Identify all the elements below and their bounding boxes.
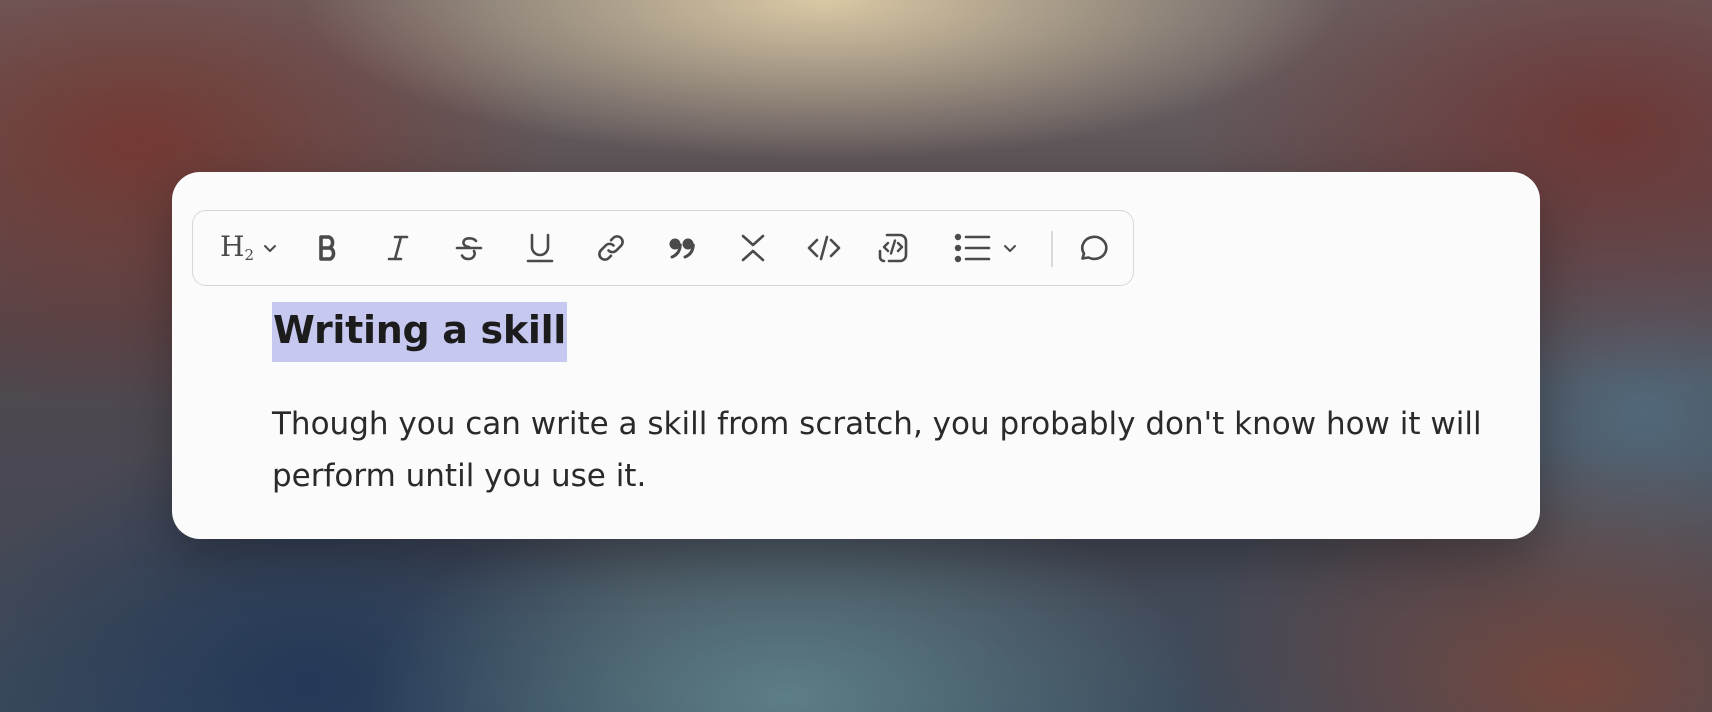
collapse-button[interactable] xyxy=(733,225,773,271)
formatting-toolbar: H2 xyxy=(192,210,1134,286)
bold-button[interactable] xyxy=(307,225,347,271)
heading-level-label: 2 xyxy=(244,246,254,264)
quote-button[interactable] xyxy=(662,225,702,271)
code-button[interactable] xyxy=(804,225,844,271)
chevron-down-icon xyxy=(263,245,276,252)
bold-icon xyxy=(319,235,336,261)
code-icon xyxy=(807,235,841,261)
underline-button[interactable] xyxy=(520,225,560,271)
chevron-down-icon xyxy=(1004,245,1016,252)
toolbar-divider xyxy=(1051,231,1053,267)
comment-icon xyxy=(1081,235,1108,261)
collapse-icon xyxy=(741,234,765,262)
code-block-button[interactable] xyxy=(873,225,913,271)
heading-dropdown-button[interactable]: H2 xyxy=(219,225,281,271)
strikethrough-button[interactable] xyxy=(449,225,489,271)
italic-button[interactable] xyxy=(378,225,418,271)
editor-card: H2 Writing a skill Though you can write … xyxy=(172,172,1540,539)
document-heading[interactable]: Writing a skill xyxy=(272,302,568,362)
bullet-list-icon xyxy=(954,233,991,263)
heading-2-icon: H2 xyxy=(220,230,254,264)
quote-icon xyxy=(669,238,695,259)
list-dropdown-button[interactable] xyxy=(953,225,1021,271)
comment-button[interactable] xyxy=(1071,225,1113,271)
document-paragraph[interactable]: Though you can write a skill from scratc… xyxy=(272,398,1502,502)
strikethrough-icon xyxy=(455,237,483,261)
link-button[interactable] xyxy=(591,225,631,271)
link-icon xyxy=(598,235,624,261)
code-block-icon xyxy=(878,233,908,263)
underline-icon xyxy=(526,233,554,263)
italic-icon xyxy=(387,235,409,261)
